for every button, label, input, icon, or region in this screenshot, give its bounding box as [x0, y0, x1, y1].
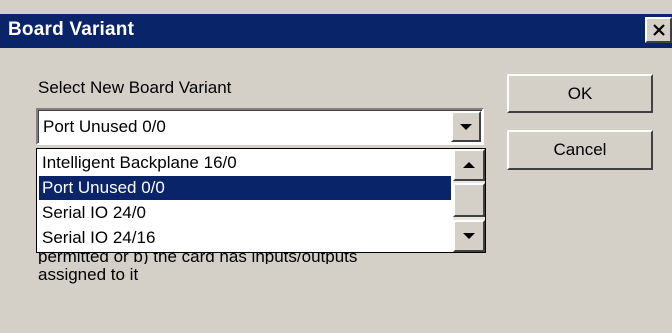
help-text: permitted or b) the card has inputs/outp…: [38, 253, 468, 286]
chevron-down-icon: [460, 123, 472, 130]
ok-button[interactable]: OK: [507, 74, 653, 113]
list-item[interactable]: Serial IO 24/16: [39, 226, 451, 250]
list-item[interactable]: Intelligent Backplane 16/0: [39, 151, 451, 175]
help-text-line: assigned to it: [38, 265, 139, 284]
list-item-selected[interactable]: Port Unused 0/0: [39, 176, 451, 200]
list-item[interactable]: Serial IO 24/0: [39, 201, 451, 225]
list-scrollbar[interactable]: [453, 149, 485, 252]
board-variant-combobox[interactable]: Port Unused 0/0: [36, 108, 484, 145]
dialog-title: Board Variant: [8, 19, 135, 40]
variant-dropdown-list[interactable]: Intelligent Backplane 16/0 Port Unused 0…: [36, 148, 486, 253]
close-button[interactable]: [645, 17, 672, 43]
cancel-button[interactable]: Cancel: [507, 130, 653, 170]
board-variant-dialog: Board Variant Select New Board Variant P…: [0, 0, 672, 333]
select-variant-label: Select New Board Variant: [38, 78, 232, 97]
combo-dropdown-button[interactable]: [451, 111, 481, 142]
close-icon: [652, 24, 665, 36]
combo-selected-value: Port Unused 0/0: [43, 117, 166, 136]
scroll-down-icon: [463, 233, 475, 239]
scroll-up-icon: [463, 162, 475, 168]
title-bar[interactable]: Board Variant: [0, 14, 672, 48]
scroll-down-button[interactable]: [453, 220, 485, 252]
scroll-thumb[interactable]: [453, 183, 485, 217]
scroll-up-button[interactable]: [453, 149, 485, 181]
help-text-partial-line: permitted or b) the card has inputs/outp…: [38, 253, 358, 264]
